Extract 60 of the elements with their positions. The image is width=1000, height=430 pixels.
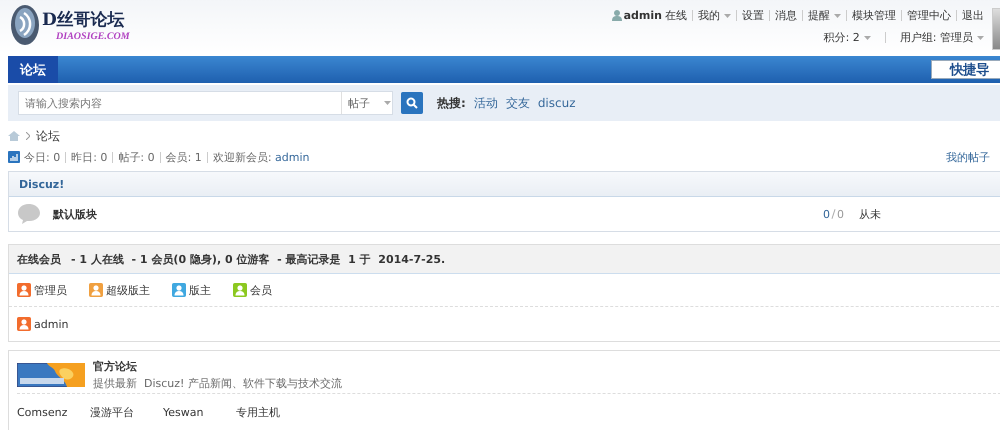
caret-icon [834,14,841,18]
menu-link[interactable]: 消息 [775,8,797,23]
welcome-text: 欢迎新会员: [212,150,272,164]
menu-link[interactable]: 我的 [698,8,720,23]
logo-subtitle: DIAOSIGE.COM [56,31,130,42]
online-summary: - 1 人在线 - 1 会员(0 隐身), 0 位游客 - 最高记录是 1 于 2014-7-25. [71,252,446,266]
post-count: 0 [837,208,844,220]
hot-search-link[interactable]: 交友 [506,94,530,112]
chevron-icon [26,132,30,140]
forum-name-link[interactable]: 默认版块 [53,206,97,222]
stat-text: 会员: 1 [166,150,202,164]
hot-search-link[interactable]: 活动 [474,94,498,112]
legend-label: 管理员 [34,282,67,298]
search-button[interactable] [401,92,423,114]
menu-link[interactable]: 管理中心 [907,8,951,23]
menu-link[interactable]: 退出 [962,8,984,23]
menu-link[interactable]: 模块管理 [852,8,896,23]
partner-link[interactable]: Yeswan [163,406,236,418]
menu-link[interactable]: 设置 [742,8,764,23]
menu-link[interactable]: 提醒 [808,8,830,23]
category-title[interactable]: Discuz! [19,178,64,190]
username-link[interactable]: admin [624,9,662,22]
partner-link[interactable]: 专用主机 [236,404,309,420]
stat-text: 昨日: 0 [71,150,108,164]
quick-nav-button[interactable]: 快捷导 [931,60,1000,79]
partner-description: 提供最新 Discuz! 产品新闻、软件下载与技术交流 [93,376,342,391]
caret-icon [864,36,871,40]
speech-bubble-icon [17,203,41,225]
stat-link[interactable]: 用户组: 管理员 [900,30,973,45]
legend-label: 超级版主 [106,282,150,298]
new-member-link[interactable]: admin [275,150,310,164]
search-icon [406,97,418,109]
legend-label: 会员 [250,282,272,298]
partner-link[interactable]: Comsenz [17,406,90,418]
search-type-dropdown[interactable]: 帖子 [341,92,392,114]
my-posts-link[interactable]: 我的帖子 [946,150,990,164]
breadcrumb-link[interactable]: 论坛 [36,128,60,144]
stat-text: 帖子: 0 [118,150,155,164]
last-post-text: 从未 [859,206,882,222]
legend-label: 版主 [189,282,211,298]
online-user-link[interactable]: admin [34,318,68,330]
search-field[interactable]: 请输入搜索内容 帖子 [18,91,393,115]
caret-icon [724,14,731,18]
thread-count: 0 [823,208,830,220]
nav-tab[interactable]: 论坛 [8,56,58,83]
partner-name-link[interactable]: 官方论坛 [93,359,342,374]
logo-title: D丝哥论坛 [42,9,126,31]
caret-icon [384,101,391,106]
caret-icon [977,36,984,40]
online-status: 在线 [665,8,687,23]
online-title: 在线会员 [17,252,61,266]
banner-logo-drawing[interactable] [17,363,85,387]
chart-icon [8,151,20,163]
logo-icon [10,3,40,47]
stat-link[interactable]: 积分: 2 [824,30,860,45]
partner-link[interactable]: 漫游平台 [90,404,163,420]
hot-search-link[interactable]: discuz [538,96,576,110]
user-icon [612,10,622,21]
stat-text: 今日: 0 [24,150,60,164]
hot-search-label: 热搜: [437,94,466,112]
